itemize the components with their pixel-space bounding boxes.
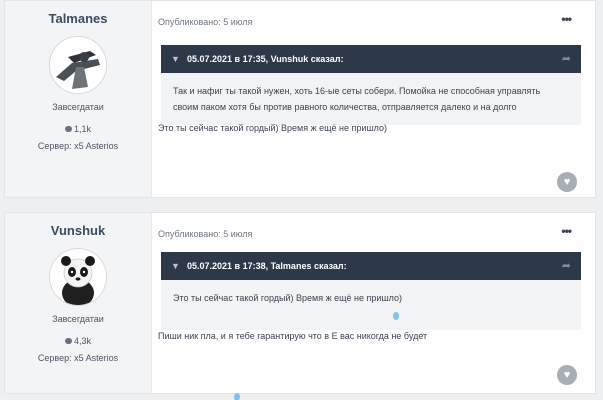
quote-body: Так и нафиг ты такой нужен, хоть 16-ые с… xyxy=(161,73,581,125)
author-reputation: 1,1k xyxy=(5,124,151,134)
ellipsis-icon[interactable]: ••• xyxy=(561,225,572,237)
author-rank: Завсегдатаи xyxy=(52,102,104,112)
post-text: Это ты сейчас такой гордый) Время ж ещё … xyxy=(158,123,388,133)
author-name[interactable]: Talmanes xyxy=(5,11,151,26)
avatar-image xyxy=(50,37,106,93)
author-panel: Talmanes Завсегдатаи 1,1k Сервер: x5 Ast… xyxy=(5,1,152,197)
quote-header[interactable]: ▼ 05.07.2021 в 17:38, Talmanes сказал: ➦ xyxy=(161,252,581,280)
author-server: Сервер: x5 Asterios xyxy=(37,141,119,151)
heart-icon[interactable]: ♥ xyxy=(557,172,577,192)
comment-icon xyxy=(64,126,72,132)
avatar-image xyxy=(50,249,106,305)
post-text: Пиши ник пла, и я тебе гарантирую что в … xyxy=(158,331,428,341)
chevron-down-icon[interactable]: ▼ xyxy=(171,45,180,73)
share-arrow-icon[interactable]: ➦ xyxy=(562,45,571,73)
quote-block: ▼ 05.07.2021 в 17:35, Vunshuk сказал: ➦ … xyxy=(161,45,581,125)
quote-line: Это ты сейчас такой гордый) Время ж ещё … xyxy=(173,293,403,303)
author-reputation: 4,3k xyxy=(5,336,151,346)
reputation-count: 4,3k xyxy=(73,336,91,346)
quote-block: ▼ 05.07.2021 в 17:38, Talmanes сказал: ➦… xyxy=(161,252,581,330)
post: Vunshuk Завсегдатаи 4,3k Сервер: x5 Aste xyxy=(4,212,596,394)
quote-line: своим паком хотя бы против равного колич… xyxy=(173,102,517,112)
post-date[interactable]: Опубликовано: 5 июля xyxy=(158,229,252,239)
quote-header[interactable]: ▼ 05.07.2021 в 17:35, Vunshuk сказал: ➦ xyxy=(161,45,581,73)
avatar[interactable] xyxy=(49,36,107,94)
share-arrow-icon[interactable]: ➦ xyxy=(562,252,571,280)
quote-citation: 05.07.2021 в 17:38, Talmanes сказал: xyxy=(187,261,347,271)
cursor-dot xyxy=(393,312,399,320)
post: Talmanes Завсегдатаи 1,1k Сервер: x5 Ast… xyxy=(4,0,596,198)
chevron-down-icon[interactable]: ▼ xyxy=(171,252,180,280)
post-date[interactable]: Опубликовано: 5 июля xyxy=(158,17,252,27)
author-rank: Завсегдатаи xyxy=(52,314,104,324)
reputation-count: 1,1k xyxy=(73,124,91,134)
author-panel: Vunshuk Завсегдатаи 4,3k Сервер: x5 Aste xyxy=(5,213,152,393)
quote-line: Так и нафиг ты такой нужен, хоть 16-ые с… xyxy=(173,86,541,96)
scroll-marker xyxy=(234,393,240,400)
author-server: Сервер: x5 Asterios xyxy=(37,353,119,363)
forum-topic-page: Talmanes Завсегдатаи 1,1k Сервер: x5 Ast… xyxy=(0,0,603,400)
avatar[interactable] xyxy=(49,248,107,306)
quote-body: Это ты сейчас такой гордый) Время ж ещё … xyxy=(161,280,581,330)
author-name[interactable]: Vunshuk xyxy=(5,223,151,238)
comment-icon xyxy=(64,338,72,344)
heart-icon[interactable]: ♥ xyxy=(557,365,577,385)
quote-citation: 05.07.2021 в 17:35, Vunshuk сказал: xyxy=(187,54,344,64)
ellipsis-icon[interactable]: ••• xyxy=(561,13,572,25)
